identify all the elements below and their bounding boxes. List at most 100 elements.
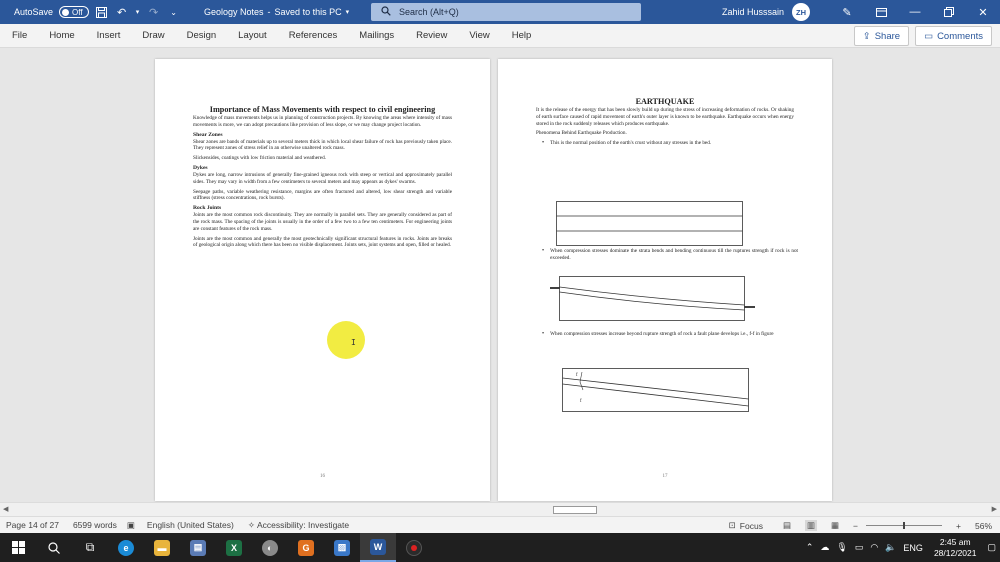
- restore-icon[interactable]: [932, 0, 966, 24]
- search-input[interactable]: Search (Alt+Q): [371, 3, 641, 21]
- menu-mailings[interactable]: Mailings: [347, 30, 404, 41]
- app-icon[interactable]: G: [288, 533, 324, 562]
- page-number: 16: [320, 474, 325, 479]
- zoom-in-icon[interactable]: +: [956, 521, 961, 531]
- cloud-icon[interactable]: ☁: [820, 542, 829, 553]
- share-button[interactable]: ⇪ Share: [853, 26, 910, 46]
- document-title[interactable]: Geology Notes - Saved to this PC ▾: [204, 0, 349, 24]
- seepage-paragraph: Seepage paths, variable weathering resis…: [193, 188, 452, 202]
- zoom-slider[interactable]: [866, 522, 943, 529]
- undo-icon[interactable]: ↶: [115, 5, 129, 19]
- accessibility-status[interactable]: Accessibility: Investigate: [257, 520, 349, 530]
- zoom-knob[interactable]: [903, 522, 906, 529]
- dykes-heading: Dykes: [193, 164, 208, 171]
- status-bar: Page 14 of 27 6599 words ▣ English (Unit…: [0, 516, 1000, 533]
- menu-bar: File Home Insert Draw Design Layout Refe…: [0, 24, 1000, 48]
- designer-pen-icon[interactable]: ✎: [830, 0, 864, 24]
- left-page-heading: Importance of Mass Movements with respec…: [209, 105, 436, 114]
- proofing-icon[interactable]: ▣: [127, 520, 135, 531]
- chevron-up-icon[interactable]: ⌃: [806, 542, 814, 553]
- battery-icon[interactable]: ▭: [855, 542, 864, 553]
- undo-dropdown-icon[interactable]: ▾: [135, 5, 141, 19]
- volume-icon[interactable]: 🔈: [885, 542, 896, 553]
- bullet-2-text: When compression stresses dominate the s…: [550, 248, 798, 261]
- zoom-out-icon[interactable]: −: [853, 521, 858, 531]
- scrollbar-thumb[interactable]: [553, 506, 597, 514]
- scroll-right-icon[interactable]: ▶: [992, 505, 997, 513]
- notifications-icon[interactable]: ▢: [987, 542, 996, 553]
- bullet-3-text: When compression stresses increase beyon…: [550, 331, 774, 337]
- bullet-dot: •: [542, 248, 545, 254]
- recorder-icon[interactable]: [396, 533, 432, 562]
- rock-joints-paragraph: Joints are the most common rock disconti…: [193, 212, 452, 232]
- menu-file[interactable]: File: [0, 30, 37, 41]
- windows-start-icon[interactable]: [0, 533, 36, 562]
- minimize-icon[interactable]: —: [898, 0, 932, 24]
- menu-layout[interactable]: Layout: [226, 30, 277, 41]
- ribbon-display-icon[interactable]: [864, 0, 898, 24]
- language[interactable]: English (United States): [147, 520, 234, 530]
- menu-home[interactable]: Home: [37, 30, 84, 41]
- photos-icon[interactable]: ▨: [324, 533, 360, 562]
- wifi-icon[interactable]: ◠: [870, 542, 878, 553]
- app-icon[interactable]: ◐: [252, 533, 288, 562]
- microphone-icon[interactable]: 🎙: [836, 542, 847, 553]
- text-cursor-icon: I: [351, 338, 356, 347]
- page-16[interactable]: Importance of Mass Movements with respec…: [155, 59, 490, 501]
- zoom-level[interactable]: 56%: [975, 521, 992, 531]
- task-view-icon[interactable]: ⧉: [72, 533, 108, 562]
- autosave-toggle[interactable]: Off: [59, 6, 89, 18]
- windows-taskbar: ⧉ e ▬ ▤ X ◐ G ▨ W ⌃ ☁ 🎙 ▭ ◠ 🔈 ENG 2:45 a…: [0, 533, 1000, 562]
- comments-label: Comments: [937, 30, 983, 42]
- word-count[interactable]: 6599 words: [73, 520, 117, 530]
- share-label: Share: [874, 30, 901, 42]
- menu-references[interactable]: References: [277, 30, 348, 41]
- bullet-item: • When compression stresses increase beyo…: [542, 331, 798, 338]
- search-icon[interactable]: [36, 533, 72, 562]
- horizontal-scrollbar[interactable]: ◀ ▶: [0, 502, 1000, 516]
- app-icon[interactable]: ▤: [180, 533, 216, 562]
- avatar[interactable]: ZH: [792, 3, 810, 21]
- user-name[interactable]: Zahid Husssain: [722, 7, 784, 17]
- redo-icon[interactable]: ↷: [147, 5, 161, 19]
- excel-icon[interactable]: X: [216, 533, 252, 562]
- menu-help[interactable]: Help: [500, 30, 542, 41]
- read-mode-icon[interactable]: ▤: [783, 520, 791, 531]
- comments-button[interactable]: ▭ Comments: [915, 26, 992, 46]
- edge-icon[interactable]: e: [108, 533, 144, 562]
- bullet-dot: •: [542, 331, 545, 337]
- bullet-dot: •: [542, 140, 545, 147]
- clock[interactable]: 2:45 am 28/12/2021: [934, 537, 977, 559]
- document-canvas[interactable]: Importance of Mass Movements with respec…: [0, 49, 1000, 502]
- web-layout-icon[interactable]: ▦: [831, 520, 839, 531]
- comment-icon: ▭: [924, 30, 934, 42]
- word-icon[interactable]: W: [360, 533, 396, 562]
- page-17[interactable]: EARTHQUAKE It is the release of the ener…: [498, 59, 832, 501]
- menu-review[interactable]: Review: [404, 30, 457, 41]
- page-count[interactable]: Page 14 of 27: [6, 520, 59, 530]
- window-controls: Zahid Husssain ZH ✎ — ✕: [722, 0, 1000, 24]
- toggle-knob: [62, 8, 70, 16]
- language-indicator[interactable]: ENG: [903, 543, 923, 553]
- menu-view[interactable]: View: [457, 30, 499, 41]
- menu-insert[interactable]: Insert: [85, 30, 131, 41]
- clock-time: 2:45 am: [939, 536, 971, 547]
- chevron-down-icon: ▾: [345, 9, 350, 16]
- cursor-highlight: [327, 321, 365, 359]
- bullet-item: • When compression stresses dominate the …: [542, 248, 798, 262]
- file-explorer-icon[interactable]: ▬: [144, 533, 180, 562]
- figure-fault-plane: f f: [562, 368, 749, 412]
- save-status: Saved to this PC: [274, 7, 342, 17]
- focus-button[interactable]: Focus: [740, 521, 763, 531]
- menu-design[interactable]: Design: [175, 30, 227, 41]
- title-separator: -: [267, 7, 271, 17]
- menu-draw[interactable]: Draw: [130, 30, 174, 41]
- customize-toolbar-icon[interactable]: ⌄: [167, 5, 181, 19]
- close-icon[interactable]: ✕: [966, 0, 1000, 24]
- print-layout-icon[interactable]: ▥: [804, 520, 818, 531]
- save-icon[interactable]: [95, 5, 109, 19]
- phenomena-line: Phenomena Behind Earthquake Production.: [536, 130, 627, 137]
- scroll-left-icon[interactable]: ◀: [3, 505, 8, 513]
- quick-access-toolbar: AutoSave Off ↶ ▾ ↷ ⌄: [0, 5, 181, 19]
- fault-label-top: f: [576, 373, 578, 378]
